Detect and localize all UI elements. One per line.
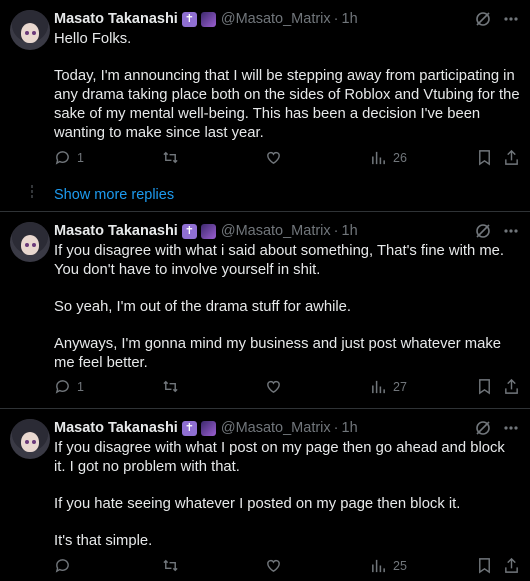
tweet-header: Masato Takanashi ✝ @Masato_Matrix · 1h bbox=[54, 10, 358, 28]
retweet-icon bbox=[163, 380, 178, 393]
tweet-text: If you disagree with what I post on my p… bbox=[54, 439, 520, 551]
separator-dot: · bbox=[333, 420, 339, 436]
share-button[interactable] bbox=[503, 149, 520, 166]
like-button[interactable] bbox=[265, 149, 282, 166]
bookmark-icon bbox=[479, 150, 490, 166]
bookmark-button[interactable] bbox=[476, 557, 493, 574]
tweet-paragraph: If you disagree with what I post on my p… bbox=[54, 440, 505, 475]
cross-badge-icon: ✝ bbox=[181, 420, 197, 436]
separator-dot: · bbox=[333, 223, 339, 239]
author-name[interactable]: Masato Takanashi bbox=[54, 11, 178, 27]
views-button[interactable]: 26 bbox=[370, 149, 407, 166]
views-count: 27 bbox=[393, 379, 407, 394]
tweet-text: If you disagree with what i said about s… bbox=[54, 242, 520, 373]
tweet-paragraph: If you hate seeing whatever I posted on … bbox=[54, 496, 461, 512]
avatar[interactable] bbox=[10, 10, 50, 50]
tweet-actions: 25 bbox=[54, 557, 520, 577]
timestamp[interactable]: 1h bbox=[342, 223, 358, 239]
tweet-header: Masato Takanashi ✝ @Masato_Matrix · 1h bbox=[54, 222, 358, 240]
reply-count: 1 bbox=[77, 150, 84, 165]
tweet[interactable]: Masato Takanashi ✝ @Masato_Matrix · 1h I… bbox=[0, 212, 530, 408]
heart-icon bbox=[267, 151, 280, 164]
cross-badge-icon: ✝ bbox=[181, 11, 197, 27]
avatar[interactable] bbox=[10, 222, 50, 262]
like-button[interactable] bbox=[265, 557, 282, 574]
reply-icon bbox=[55, 151, 69, 165]
avatar[interactable] bbox=[10, 419, 50, 459]
share-icon bbox=[505, 378, 518, 394]
galaxy-badge-icon bbox=[200, 223, 216, 239]
separator-dot: · bbox=[333, 11, 339, 27]
views-count: 26 bbox=[393, 150, 407, 165]
tweet-paragraph: If you disagree with what i said about s… bbox=[54, 243, 504, 278]
more-options-icon[interactable] bbox=[502, 419, 520, 437]
author-handle[interactable]: @Masato_Matrix bbox=[221, 420, 331, 436]
author-name[interactable]: Masato Takanashi bbox=[54, 420, 178, 436]
share-icon bbox=[505, 149, 518, 165]
tweet-actions: 1 26 bbox=[54, 149, 520, 169]
grok-icon[interactable] bbox=[474, 10, 492, 28]
retweet-button[interactable] bbox=[162, 149, 179, 166]
tweet[interactable]: Masato Takanashi ✝ @Masato_Matrix · 1h H… bbox=[0, 0, 530, 180]
timestamp[interactable]: 1h bbox=[342, 420, 358, 436]
bookmark-icon bbox=[479, 379, 490, 395]
retweet-icon bbox=[163, 151, 178, 164]
share-icon bbox=[505, 557, 518, 573]
tweet-actions: 1 27 bbox=[54, 378, 520, 398]
views-chart-icon bbox=[372, 151, 385, 165]
timestamp[interactable]: 1h bbox=[342, 11, 358, 27]
cross-badge-icon: ✝ bbox=[181, 223, 197, 239]
bookmark-button[interactable] bbox=[476, 149, 493, 166]
tweet-text: Hello Folks. Today, I'm announcing that … bbox=[54, 30, 520, 143]
more-options-icon[interactable] bbox=[502, 10, 520, 28]
show-more-replies-link[interactable]: Show more replies bbox=[54, 187, 174, 203]
tweet-paragraph: Hello Folks. bbox=[54, 31, 132, 47]
reply-button[interactable]: 1 bbox=[54, 149, 84, 166]
author-handle[interactable]: @Masato_Matrix bbox=[221, 11, 331, 27]
retweet-button[interactable] bbox=[162, 557, 179, 574]
reply-icon bbox=[55, 380, 69, 394]
author-name[interactable]: Masato Takanashi bbox=[54, 223, 178, 239]
reply-icon bbox=[55, 559, 69, 573]
author-handle[interactable]: @Masato_Matrix bbox=[221, 223, 331, 239]
share-button[interactable] bbox=[503, 557, 520, 574]
share-button[interactable] bbox=[503, 378, 520, 395]
heart-icon bbox=[267, 380, 280, 393]
grok-icon[interactable] bbox=[474, 222, 492, 240]
views-count: 25 bbox=[393, 558, 407, 573]
galaxy-badge-icon bbox=[200, 420, 216, 436]
retweet-button[interactable] bbox=[162, 378, 179, 395]
heart-icon bbox=[267, 559, 280, 572]
reply-count: 1 bbox=[77, 379, 84, 394]
galaxy-badge-icon bbox=[200, 11, 216, 27]
reply-button[interactable]: 1 bbox=[54, 378, 84, 395]
like-button[interactable] bbox=[265, 378, 282, 395]
tweet-paragraph: So yeah, I'm out of the drama stuff for … bbox=[54, 299, 351, 315]
tweet[interactable]: Masato Takanashi ✝ @Masato_Matrix · 1h I… bbox=[0, 409, 530, 581]
tweet-paragraph: Today, I'm announcing that I will be ste… bbox=[54, 68, 520, 141]
more-options-icon[interactable] bbox=[502, 222, 520, 240]
tweet-paragraph: It's that simple. bbox=[54, 533, 153, 549]
tweet-header: Masato Takanashi ✝ @Masato_Matrix · 1h bbox=[54, 419, 358, 437]
grok-icon[interactable] bbox=[474, 419, 492, 437]
views-chart-icon bbox=[372, 559, 385, 573]
views-chart-icon bbox=[372, 380, 385, 394]
tweet-paragraph: Anyways, I'm gonna mind my business and … bbox=[54, 336, 501, 371]
retweet-icon bbox=[163, 559, 178, 572]
reply-button[interactable] bbox=[54, 557, 77, 574]
views-button[interactable]: 25 bbox=[370, 557, 407, 574]
bookmark-button[interactable] bbox=[476, 378, 493, 395]
bookmark-icon bbox=[479, 558, 490, 574]
thread-connector bbox=[30, 183, 34, 200]
views-button[interactable]: 27 bbox=[370, 378, 407, 395]
